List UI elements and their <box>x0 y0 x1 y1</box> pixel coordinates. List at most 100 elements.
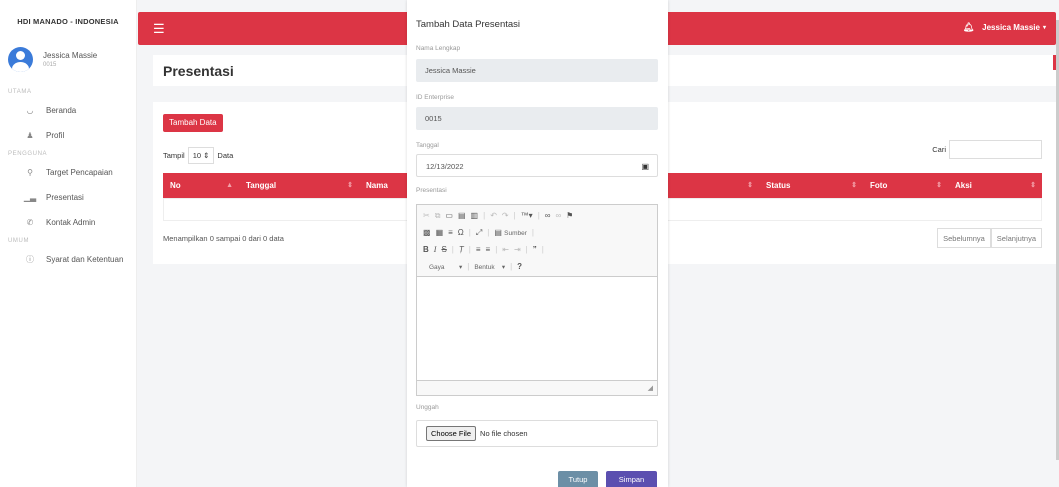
help-icon[interactable]: ? <box>517 262 522 271</box>
sidebar-item-label: Presentasi <box>46 193 84 202</box>
maximize-icon[interactable]: ⤢ <box>476 228 482 238</box>
previous-page-button[interactable]: Sebelumnya <box>937 228 991 248</box>
name-label: Nama Lengkap <box>416 45 461 52</box>
cut-icon[interactable]: ✂ <box>423 211 430 220</box>
sidebar-user: Jessica Massie 0015 <box>0 44 136 74</box>
undo-icon[interactable]: ↶ <box>490 211 497 220</box>
column-header-foto[interactable]: Foto ⇕ <box>863 173 948 198</box>
rich-text-editor: ✂ ⧉ ▭ ▤ ▥ | ↶ ↷ | ™▾ | ∞ ∞ ⚑ ▩ ▦ ≡ Ω | ⤢… <box>416 204 658 396</box>
copy-icon[interactable]: ⧉ <box>435 211 441 221</box>
horizontal-line-icon[interactable]: ≡ <box>448 228 453 237</box>
user-icon: ♟ <box>26 131 34 140</box>
style-dropdown[interactable]: Gaya ▾ <box>429 263 462 271</box>
file-status: No file chosen <box>480 429 528 438</box>
editor-status-bar: ◢ <box>417 380 657 395</box>
section-pengguna: PENGGUNA <box>8 151 48 157</box>
sidebar-item-presentasi[interactable]: ▁▃ Presentasi <box>0 185 136 210</box>
search-box: Cari <box>932 140 1042 159</box>
close-button[interactable]: Tutup <box>558 471 598 487</box>
section-umum: UMUM <box>8 238 30 244</box>
search-input[interactable] <box>949 140 1042 159</box>
date-input[interactable]: 12/13/2022 ▣ <box>416 154 658 177</box>
sort-icon: ⇕ <box>936 182 942 189</box>
image-icon[interactable]: ▩ <box>423 228 431 237</box>
sidebar-item-syarat[interactable]: ⓘ Syarat dan Ketentuan <box>0 247 136 272</box>
unlink-icon[interactable]: ∞ <box>555 211 561 220</box>
anchor-icon[interactable]: ⚑ <box>566 211 573 220</box>
bold-icon[interactable]: B <box>423 245 429 254</box>
brand-title: HDI MANADO - INDONESIA <box>17 17 119 26</box>
sidebar-item-label: Kontak Admin <box>46 218 96 227</box>
target-icon: ⚲ <box>27 168 33 177</box>
sidebar-user-name: Jessica Massie <box>43 50 98 60</box>
sidebar-item-profil[interactable]: ♟ Profil <box>0 123 136 148</box>
bell-icon[interactable]: 🔔︎ <box>963 22 974 33</box>
remove-format-icon[interactable]: Ṭ <box>459 245 464 254</box>
sidebar-user-id: 0015 <box>43 61 57 68</box>
sidebar-item-kontak[interactable]: ✆ Kontak Admin <box>0 210 136 235</box>
paste-icon[interactable]: ▭ <box>445 211 453 220</box>
italic-icon[interactable]: I <box>434 245 437 254</box>
show-label: Tampil <box>163 151 185 160</box>
choose-file-button[interactable]: Choose File <box>426 426 477 441</box>
column-header-aksi[interactable]: Aksi ⇕ <box>948 173 1042 198</box>
add-data-button[interactable]: Tambah Data <box>163 114 223 132</box>
sidebar-item-beranda[interactable]: ◡ Beranda <box>0 98 136 123</box>
column-header-status[interactable]: Status ⇕ <box>759 173 863 198</box>
section-utama: UTAMA <box>8 89 32 95</box>
sidebar-item-label: Syarat dan Ketentuan <box>46 255 124 264</box>
topbar-user-name: Jessica Massie <box>982 23 1040 32</box>
save-button[interactable]: Simpan <box>606 471 657 487</box>
entries-select[interactable]: 10 ⇕ <box>187 147 215 164</box>
redo-icon[interactable]: ↷ <box>502 211 509 220</box>
search-label: Cari <box>932 145 946 154</box>
bar-chart-icon: ▁▃ <box>23 193 37 202</box>
calendar-icon[interactable]: ▣ <box>641 155 649 178</box>
hamburger-menu-icon[interactable]: ☰ <box>153 21 165 37</box>
outdent-icon[interactable]: ⇤ <box>502 245 509 254</box>
table-icon[interactable]: ▦ <box>436 228 444 237</box>
editor-toolbar: ✂ ⧉ ▭ ▤ ▥ | ↶ ↷ | ™▾ | ∞ ∞ ⚑ ▩ ▦ ≡ Ω | ⤢… <box>417 205 657 277</box>
entries-selector: Tampil 10 ⇕ Data <box>163 147 233 164</box>
numbered-list-icon[interactable]: ≡ <box>476 245 481 254</box>
spellcheck-icon[interactable]: ™▾ <box>521 211 533 220</box>
editor-content-area[interactable] <box>417 277 657 380</box>
resize-handle-icon[interactable]: ◢ <box>648 384 653 392</box>
column-header-tanggal[interactable]: Tanggal ⇕ <box>239 173 359 198</box>
presentation-label: Presentasi <box>416 187 447 194</box>
enterprise-id-field: 0015 <box>416 107 658 130</box>
sort-icon: ⇕ <box>347 182 353 189</box>
sort-icon: ⇕ <box>1030 182 1036 189</box>
special-char-icon[interactable]: Ω <box>458 228 464 237</box>
topbar-user-menu[interactable]: 🔔︎ Jessica Massie ▾ <box>963 22 1046 33</box>
sidebar-item-label: Target Pencapaian <box>46 168 113 177</box>
sort-icon: ⇕ <box>851 182 857 189</box>
strikethrough-icon[interactable]: S <box>441 245 446 254</box>
link-icon[interactable]: ∞ <box>545 211 551 220</box>
sidebar-item-label: Beranda <box>46 106 77 115</box>
chevron-down-icon: ▾ <box>1042 25 1046 31</box>
paste-text-icon[interactable]: ▤ <box>458 211 466 220</box>
format-dropdown[interactable]: Bentuk ▾ <box>474 263 505 271</box>
table-info: Menampilkan 0 sampai 0 dari 0 data <box>163 234 284 243</box>
next-page-button[interactable]: Selanjutnya <box>990 228 1042 248</box>
name-field: Jessica Massie <box>416 59 658 82</box>
source-icon: ▤ <box>494 228 502 237</box>
indent-icon[interactable]: ⇥ <box>514 245 521 254</box>
pagination: Sebelumnya Selanjutnya <box>937 228 1042 248</box>
column-header-no[interactable]: No ▲ <box>163 173 239 198</box>
entries-suffix: Data <box>217 151 234 160</box>
phone-icon: ✆ <box>26 218 34 227</box>
sidebar-item-label: Profil <box>46 131 65 140</box>
paste-word-icon[interactable]: ▥ <box>471 211 479 220</box>
add-presentation-modal: Tambah Data Presentasi Nama Lengkap Jess… <box>407 0 668 487</box>
avatar <box>8 46 33 72</box>
blockquote-icon[interactable]: ” <box>533 245 537 254</box>
file-input[interactable]: Choose File No file chosen <box>416 420 658 447</box>
page-title: Presentasi <box>163 63 234 79</box>
date-label: Tanggal <box>416 142 439 149</box>
upload-label: Unggah <box>416 404 439 411</box>
source-button[interactable]: ▤ Sumber <box>494 228 527 237</box>
bulleted-list-icon[interactable]: ≡ <box>486 245 491 254</box>
sidebar-item-target[interactable]: ⚲ Target Pencapaian <box>0 160 136 185</box>
